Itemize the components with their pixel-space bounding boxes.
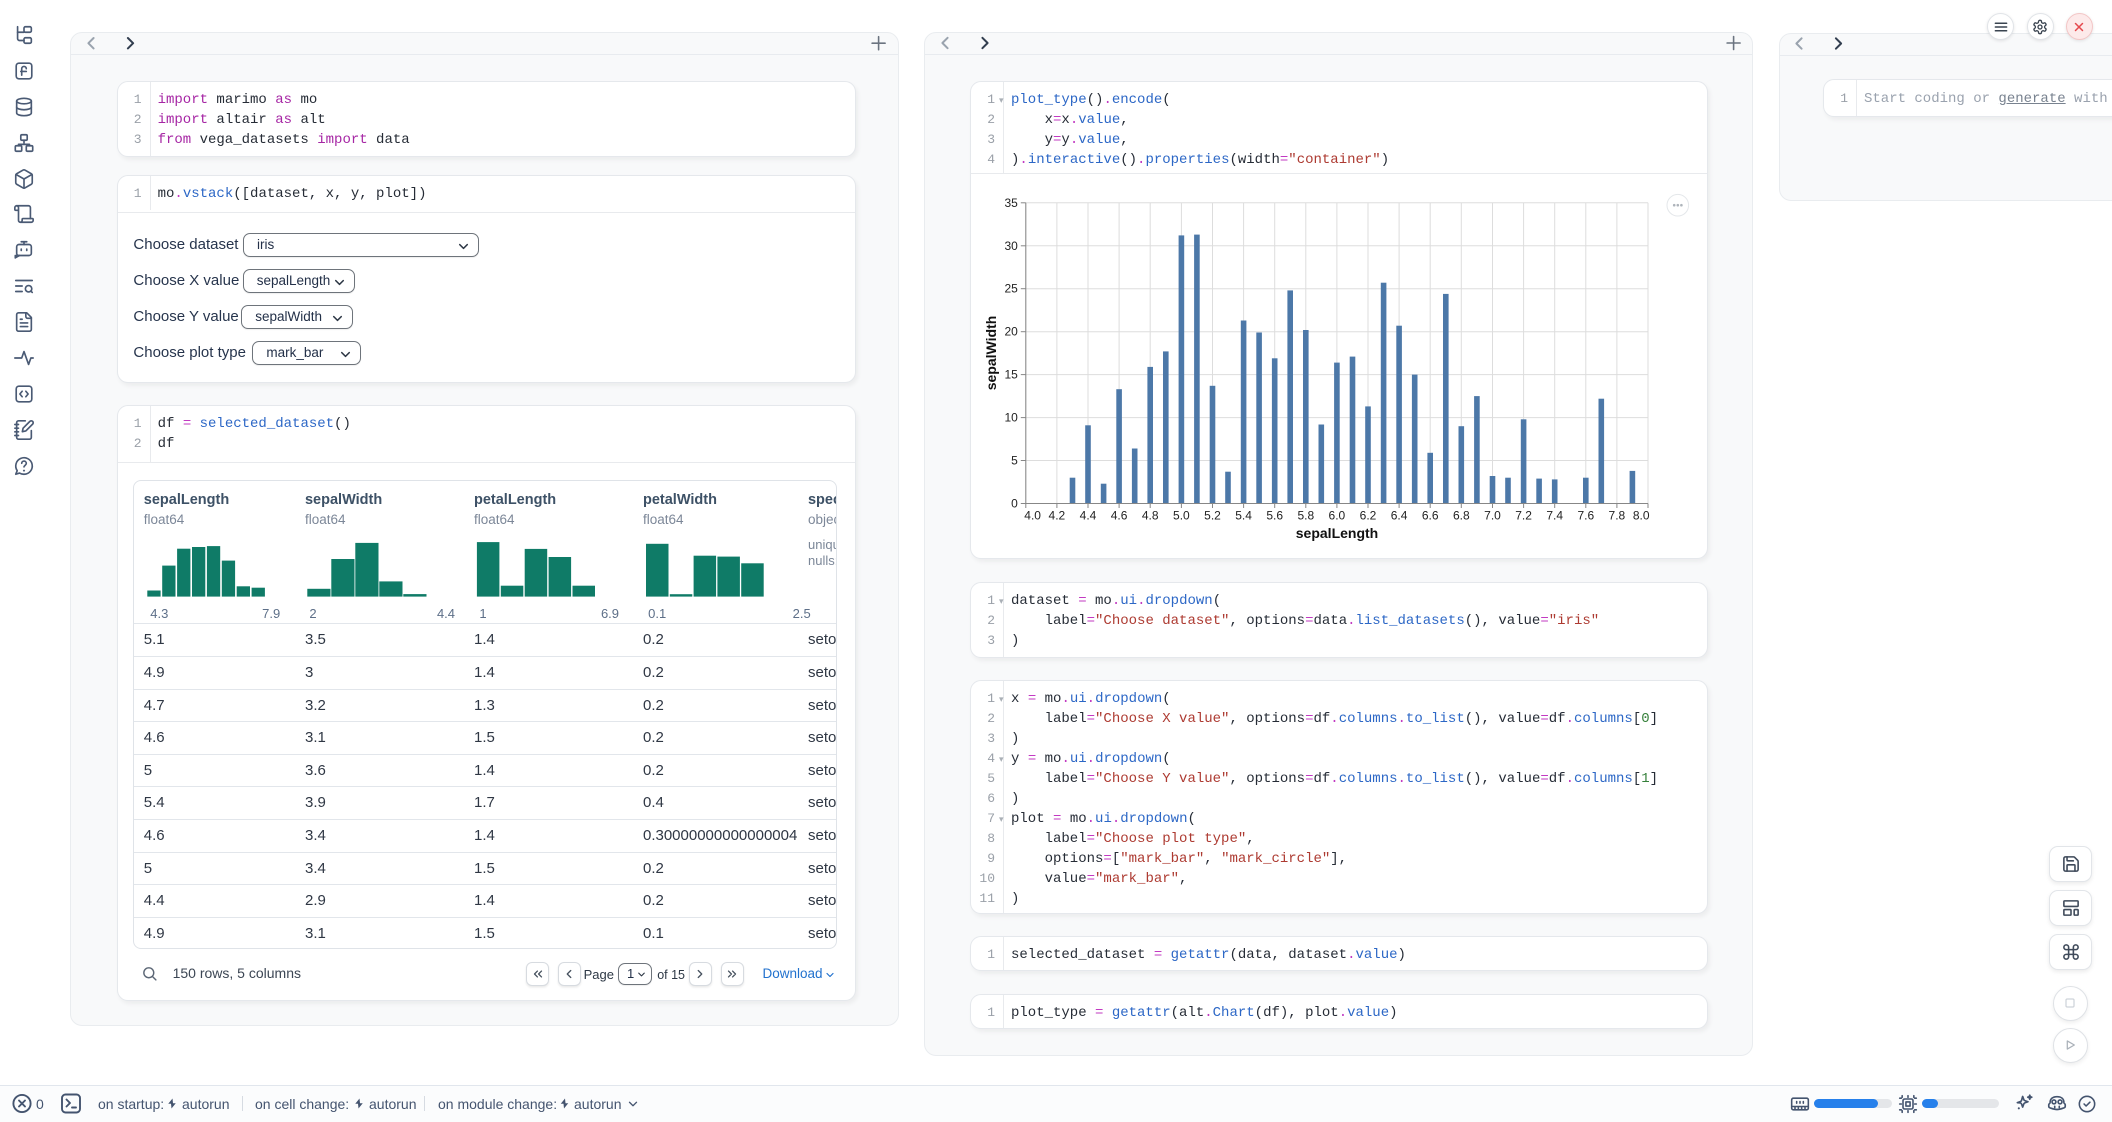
svg-text:6.8: 6.8: [1453, 509, 1470, 523]
svg-text:7.4: 7.4: [1546, 509, 1563, 523]
svg-text:35: 35: [1004, 196, 1018, 210]
svg-text:4.6: 4.6: [1111, 509, 1128, 523]
svg-text:15: 15: [1004, 368, 1018, 382]
svg-text:5.8: 5.8: [1297, 509, 1314, 523]
svg-text:5.0: 5.0: [1173, 509, 1190, 523]
svg-text:25: 25: [1004, 282, 1018, 296]
svg-text:7.2: 7.2: [1515, 509, 1532, 523]
svg-text:6.6: 6.6: [1422, 509, 1439, 523]
svg-text:5.6: 5.6: [1266, 509, 1283, 523]
svg-text:5.4: 5.4: [1235, 509, 1252, 523]
svg-text:5: 5: [1011, 454, 1018, 468]
svg-text:7.8: 7.8: [1609, 509, 1626, 523]
svg-text:4.2: 4.2: [1049, 509, 1066, 523]
svg-text:sepalWidth: sepalWidth: [983, 316, 999, 391]
svg-text:6.0: 6.0: [1329, 509, 1346, 523]
svg-text:30: 30: [1004, 239, 1018, 253]
svg-text:7.6: 7.6: [1577, 509, 1594, 523]
svg-text:8.0: 8.0: [1633, 509, 1650, 523]
svg-text:0: 0: [1011, 497, 1018, 511]
svg-text:10: 10: [1004, 411, 1018, 425]
svg-text:5.2: 5.2: [1204, 509, 1221, 523]
svg-text:6.2: 6.2: [1360, 509, 1377, 523]
svg-text:20: 20: [1004, 325, 1018, 339]
svg-text:7.0: 7.0: [1484, 509, 1501, 523]
svg-text:sepalLength: sepalLength: [1296, 525, 1378, 541]
svg-text:4.4: 4.4: [1080, 509, 1097, 523]
svg-text:4.8: 4.8: [1142, 509, 1159, 523]
svg-text:6.4: 6.4: [1391, 509, 1408, 523]
svg-text:4.0: 4.0: [1024, 509, 1041, 523]
